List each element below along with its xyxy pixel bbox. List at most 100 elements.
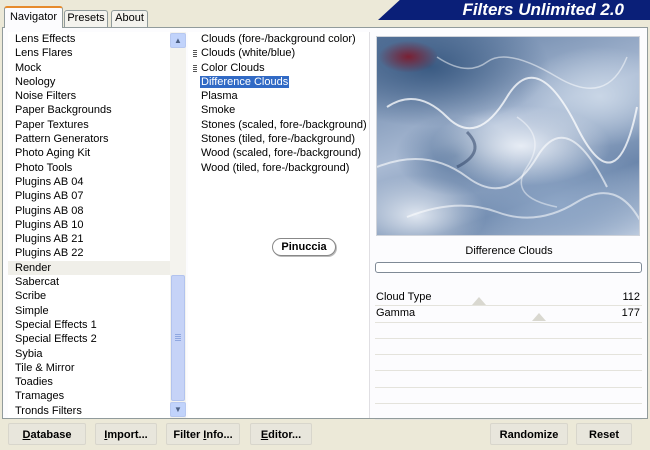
parameter-row-empty <box>375 404 642 421</box>
filter-item-label: Difference Clouds <box>200 75 290 88</box>
scroll-up-button[interactable]: ▲ <box>170 33 186 48</box>
preset-marker-icon <box>193 64 197 72</box>
category-item[interactable]: Tronds Filters <box>8 404 170 418</box>
watermark-text: Pinuccia <box>281 241 327 253</box>
category-item[interactable]: Plugins AB 21 <box>8 232 170 246</box>
filter-info-button[interactable]: Filter Info... <box>166 423 240 445</box>
category-item[interactable]: Photo Tools <box>8 161 170 175</box>
parameter-value: 177 <box>621 307 640 320</box>
filter-item[interactable]: Color Clouds <box>188 61 370 75</box>
scroll-thumb[interactable] <box>171 275 185 401</box>
filter-item[interactable]: Plasma <box>188 89 370 103</box>
category-item[interactable]: Pattern Generators <box>8 132 170 146</box>
category-item[interactable]: Scribe <box>8 289 170 303</box>
database-label: atabase <box>30 429 72 441</box>
reset-button[interactable]: Reset <box>576 423 632 445</box>
tab-bar: Navigator Presets About <box>0 0 650 28</box>
category-item[interactable]: Simple <box>8 304 170 318</box>
category-item[interactable]: Plugins AB 08 <box>8 204 170 218</box>
parameter-row-empty <box>375 371 642 388</box>
category-item[interactable]: Paper Textures <box>8 118 170 132</box>
filter-list[interactable]: Clouds (fore-/background color) Clouds (w… <box>188 32 370 418</box>
category-item[interactable]: Neology <box>8 75 170 89</box>
category-item[interactable]: Plugins AB 22 <box>8 246 170 260</box>
filter-items: Clouds (fore-/background color) Clouds (w… <box>188 32 370 175</box>
category-item[interactable]: Tramages <box>8 389 170 403</box>
parameter-row-empty <box>375 323 642 339</box>
filter-item[interactable]: Smoke <box>188 103 370 117</box>
import-button[interactable]: Import... <box>95 423 157 445</box>
category-item[interactable]: Sybia <box>8 347 170 361</box>
tab-presets[interactable]: Presets <box>64 10 108 27</box>
filter-info-prefix: Filter <box>173 429 204 441</box>
tab-about[interactable]: About <box>111 10 148 27</box>
randomize-button[interactable]: Randomize <box>490 423 568 445</box>
category-items: Lens Effects Lens Flares Mock Neology Noise … <box>8 32 170 418</box>
category-item[interactable]: Lens Flares <box>8 46 170 60</box>
filter-item-label: Wood (tiled, fore-/background) <box>201 161 350 174</box>
category-item[interactable]: Plugins AB 04 <box>8 175 170 189</box>
category-list[interactable]: Lens Effects Lens Flares Mock Neology Noise … <box>8 32 186 418</box>
filter-name-label: Difference Clouds <box>465 245 553 257</box>
reset-label: Reset <box>589 429 619 441</box>
category-item[interactable]: Photo Aging Kit <box>8 146 170 160</box>
slider-handle[interactable] <box>472 297 486 305</box>
chevron-down-icon: ▼ <box>174 405 182 414</box>
preview-image <box>376 36 640 236</box>
filter-item-label: Stones (scaled, fore-/background) <box>201 118 367 131</box>
category-item[interactable]: Mock <box>8 61 170 75</box>
filter-item-label: Clouds (white/blue) <box>201 47 296 60</box>
preset-marker-icon <box>193 50 197 58</box>
filter-info-label: nfo... <box>206 429 233 441</box>
grip-icon <box>175 334 181 341</box>
progress-bar <box>375 262 642 273</box>
category-item[interactable]: Toadies <box>8 375 170 389</box>
preview-cloud-veins <box>377 56 639 221</box>
tab-navigator[interactable]: Navigator <box>4 6 63 28</box>
parameter-name: Cloud Type <box>376 291 432 303</box>
category-item[interactable]: Tile & Mirror <box>8 361 170 375</box>
category-item[interactable]: Noise Filters <box>8 89 170 103</box>
database-button[interactable]: Database <box>8 423 86 445</box>
filter-item-label: Wood (scaled, fore-/background) <box>201 147 361 160</box>
category-item[interactable]: Plugins AB 07 <box>8 189 170 203</box>
filter-name-display: Difference Clouds <box>376 241 642 261</box>
filter-item-label: Clouds (fore-/background color) <box>201 33 356 45</box>
import-label: mport... <box>107 429 148 441</box>
filter-item-label: Stones (tiled, fore-/background) <box>201 133 356 146</box>
parameter-value: 112 <box>622 291 640 303</box>
randomize-label: Randomize <box>499 429 559 441</box>
scroll-down-button[interactable]: ▼ <box>170 402 186 417</box>
slider-handle[interactable] <box>532 313 546 322</box>
bottom-toolbar: Database Import... Filter Info... Editor… <box>0 420 650 450</box>
parameter-row-empty <box>375 339 642 356</box>
parameter-row-empty <box>375 355 642 372</box>
category-item[interactable]: Render <box>8 260 170 276</box>
filter-item[interactable]: Stones (scaled, fore-/background) <box>188 118 370 132</box>
filter-item[interactable]: Wood (tiled, fore-/background) <box>188 161 370 175</box>
category-item[interactable]: Plugins AB 10 <box>8 218 170 232</box>
category-scrollbar[interactable]: ▲ ▼ <box>170 32 186 418</box>
filter-item[interactable]: Stones (tiled, fore-/background) <box>188 132 370 146</box>
editor-button[interactable]: Editor... <box>250 423 312 445</box>
category-item[interactable]: Lens Effects <box>8 32 170 46</box>
filter-item[interactable]: Wood (scaled, fore-/background) <box>188 146 370 160</box>
parameter-row-empty <box>375 388 642 405</box>
category-item[interactable]: Special Effects 2 <box>8 332 170 346</box>
filter-item[interactable]: Clouds (fore-/background color) <box>188 32 370 46</box>
category-item[interactable]: Special Effects 1 <box>8 318 170 332</box>
category-item[interactable]: Sabercat <box>8 275 170 289</box>
filter-item-label: Plasma <box>201 90 238 103</box>
parameter-panel: Cloud Type 112 Gamma 177 <box>375 290 642 421</box>
editor-label: ditor... <box>268 429 302 441</box>
category-item[interactable]: Paper Backgrounds <box>8 103 170 117</box>
filter-item[interactable]: Difference Clouds <box>188 75 370 89</box>
parameter-row[interactable]: Gamma 177 <box>375 306 642 323</box>
chevron-up-icon: ▲ <box>174 36 182 45</box>
filter-item[interactable]: Clouds (white/blue) <box>188 46 370 60</box>
parameter-name: Gamma <box>376 307 416 320</box>
watermark-stamp: Pinuccia <box>272 238 336 256</box>
filter-item-label: Smoke <box>201 104 236 117</box>
filter-item-label: Color Clouds <box>201 61 265 74</box>
parameter-row[interactable]: Cloud Type 112 <box>375 290 642 307</box>
